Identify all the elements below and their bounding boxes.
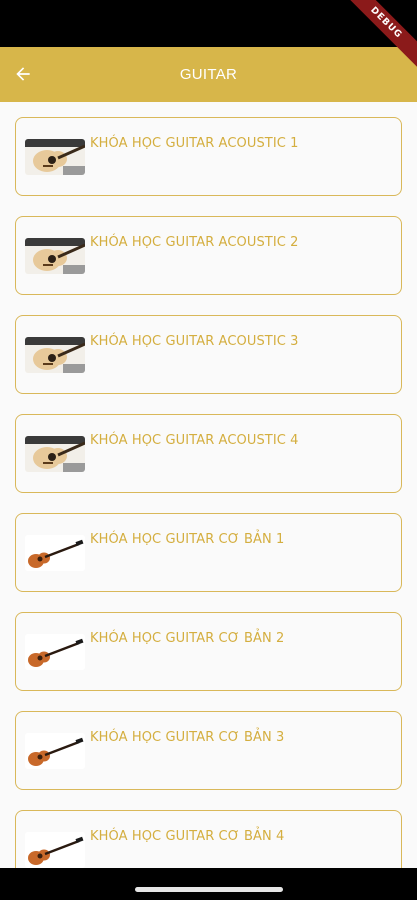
course-title: KHÓA HỌC GUITAR CƠ BẢN 2 (90, 631, 285, 646)
course-list: KHÓA HỌC GUITAR ACOUSTIC 1 KHÓA HỌC GUIT… (0, 102, 417, 868)
course-card[interactable]: KHÓA HỌC GUITAR CƠ BẢN 4 (15, 810, 402, 868)
classical-guitar-illustration-thumbnail (25, 733, 85, 769)
course-title: KHÓA HỌC GUITAR ACOUSTIC 1 (90, 136, 299, 151)
course-card[interactable]: KHÓA HỌC GUITAR CƠ BẢN 1 (15, 513, 402, 592)
course-title: KHÓA HỌC GUITAR CƠ BẢN 1 (90, 532, 285, 547)
classical-guitar-illustration-thumbnail (25, 832, 85, 868)
guitar-image (25, 139, 85, 175)
classical-guitar-illustration-thumbnail (25, 535, 85, 571)
course-title: KHÓA HỌC GUITAR ACOUSTIC 2 (90, 235, 299, 250)
course-title: KHÓA HỌC GUITAR CƠ BẢN 3 (90, 730, 285, 745)
course-title: KHÓA HỌC GUITAR ACOUSTIC 3 (90, 334, 299, 349)
course-title: KHÓA HỌC GUITAR ACOUSTIC 4 (90, 433, 299, 448)
guitar-image (25, 535, 85, 571)
home-indicator[interactable] (135, 887, 283, 892)
classical-guitar-illustration-thumbnail (25, 634, 85, 670)
course-card[interactable]: KHÓA HỌC GUITAR ACOUSTIC 4 (15, 414, 402, 493)
system-nav-bar (0, 868, 417, 900)
guitar-image (25, 634, 85, 670)
app-bar: GUITAR (0, 47, 417, 102)
course-card[interactable]: KHÓA HỌC GUITAR ACOUSTIC 2 (15, 216, 402, 295)
page-title: GUITAR (179, 66, 238, 83)
course-list-container[interactable]: KHÓA HỌC GUITAR ACOUSTIC 1 KHÓA HỌC GUIT… (0, 102, 417, 868)
guitar-image (25, 832, 85, 868)
guitar-image (25, 238, 85, 274)
status-bar (0, 0, 417, 47)
course-card[interactable]: KHÓA HỌC GUITAR CƠ BẢN 3 (15, 711, 402, 790)
acoustic-guitar-photo-thumbnail (25, 139, 85, 175)
acoustic-guitar-photo-thumbnail (25, 337, 85, 373)
acoustic-guitar-photo-thumbnail (25, 436, 85, 472)
course-card[interactable]: KHÓA HỌC GUITAR ACOUSTIC 1 (15, 117, 402, 196)
arrow-left-icon (16, 67, 30, 81)
acoustic-guitar-photo-thumbnail (25, 238, 85, 274)
course-card[interactable]: KHÓA HỌC GUITAR CƠ BẢN 2 (15, 612, 402, 691)
course-card[interactable]: KHÓA HỌC GUITAR ACOUSTIC 3 (15, 315, 402, 394)
guitar-image (25, 436, 85, 472)
guitar-image (25, 337, 85, 373)
back-button[interactable] (8, 59, 38, 89)
guitar-image (25, 733, 85, 769)
course-title: KHÓA HỌC GUITAR CƠ BẢN 4 (90, 829, 285, 844)
